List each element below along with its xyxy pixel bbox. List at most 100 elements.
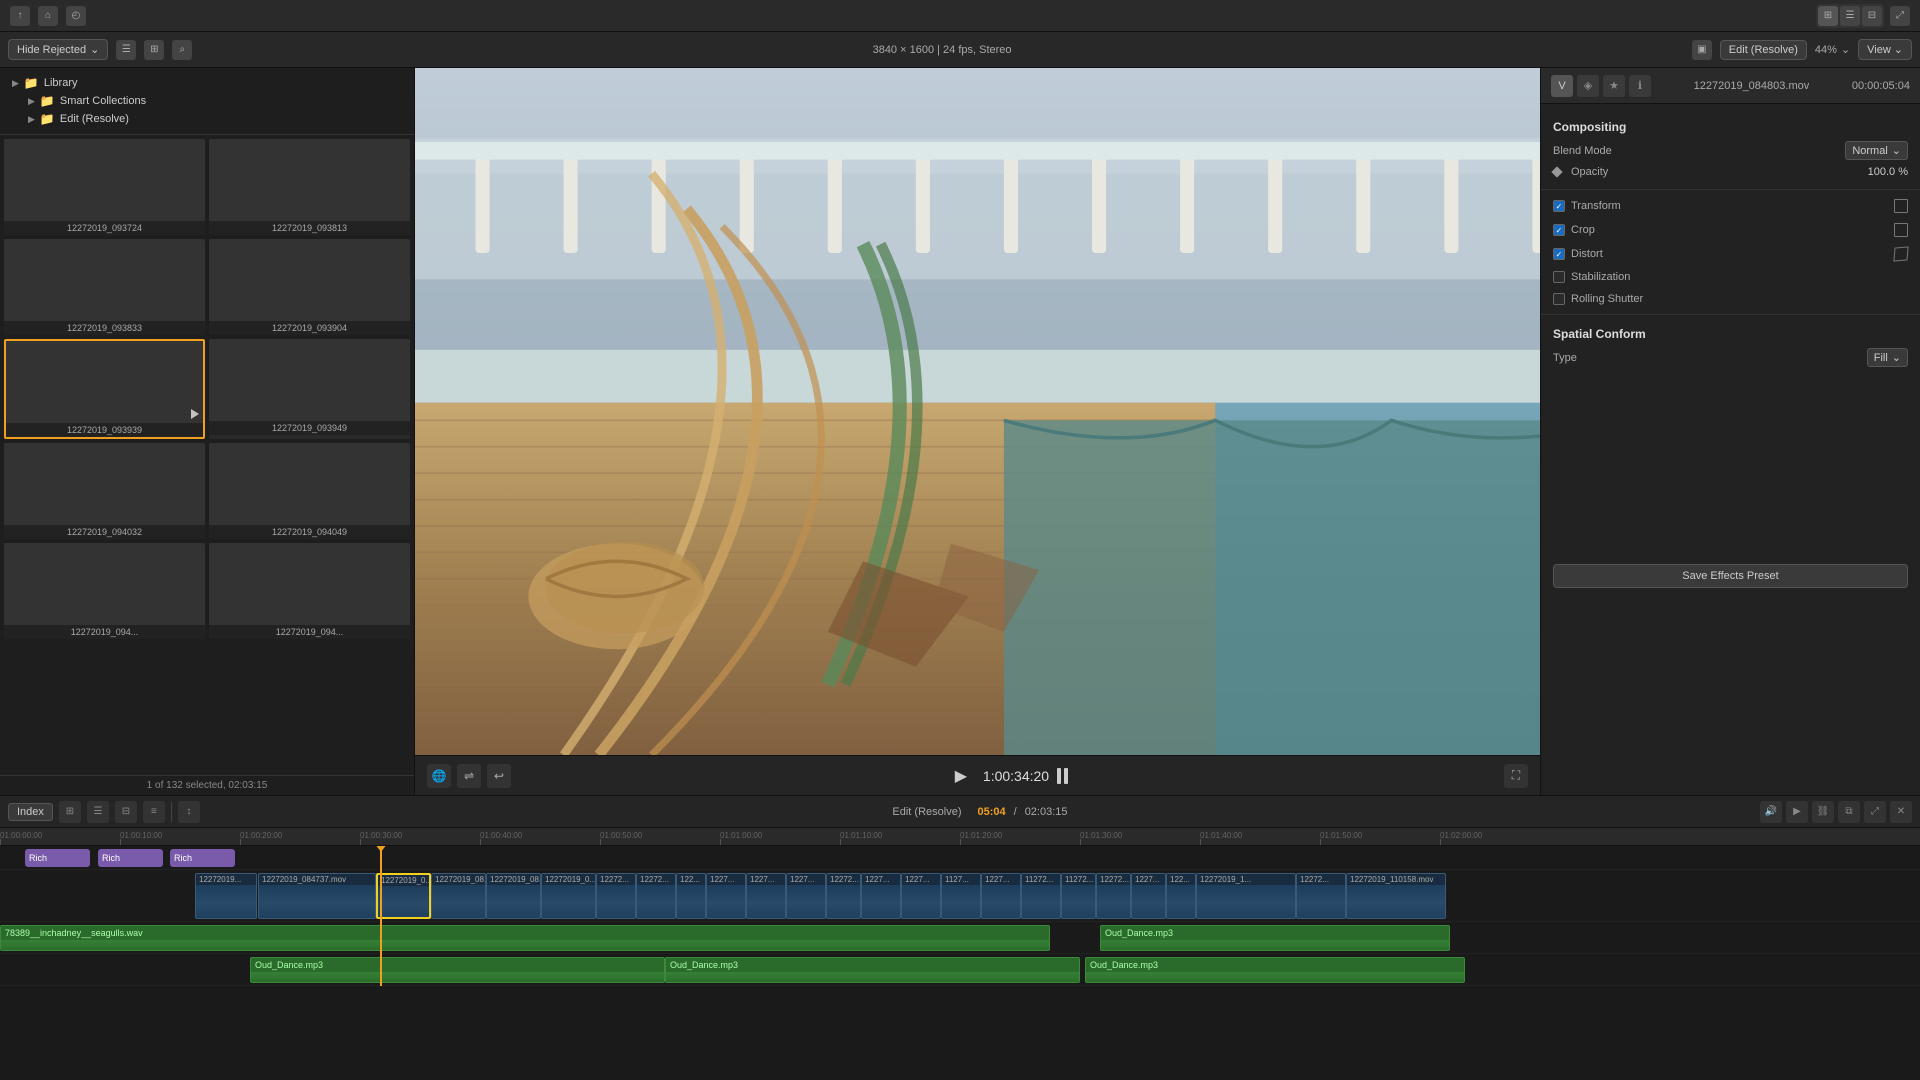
view-grid-icon[interactable]: ⊞	[144, 40, 164, 60]
video-clip-8[interactable]: 122...	[676, 873, 706, 919]
video-clip-0[interactable]: 12272019...	[195, 873, 257, 919]
playhead[interactable]	[380, 846, 382, 986]
transform-icon[interactable]: ⇌	[457, 764, 481, 788]
tiles-icon[interactable]: ⊟	[1862, 6, 1882, 26]
tl-icon-4[interactable]: ≡	[143, 801, 165, 823]
tl-close-icon[interactable]: ✕	[1890, 801, 1912, 823]
clock-icon[interactable]: ◴	[66, 6, 86, 26]
audio-clip-2-1[interactable]: Oud_Dance.mp3	[665, 957, 1080, 983]
media-thumb-8[interactable]: 12272019_094049	[209, 443, 410, 539]
transform-row[interactable]: ✓ Transform	[1541, 194, 1920, 218]
media-thumb-6[interactable]: 12272019_093949	[209, 339, 410, 439]
video-clip-18[interactable]: 11272...	[1061, 873, 1096, 919]
search-icon[interactable]: ⌕	[172, 40, 192, 60]
distort-checkbox[interactable]: ✓	[1553, 248, 1565, 260]
video-clip-6[interactable]: 12272...	[596, 873, 636, 919]
media-thumb-9[interactable]: 12272019_094...	[4, 543, 205, 639]
video-clip-10[interactable]: 1227...	[746, 873, 786, 919]
grid-icon[interactable]: ⊞	[1818, 6, 1838, 26]
monitor-icon[interactable]: ▣	[1692, 40, 1712, 60]
maximize-icon[interactable]: ⤢	[1890, 6, 1910, 26]
video-clip-11[interactable]: 1227...	[786, 873, 826, 919]
media-thumb-7[interactable]: 12272019_094032	[4, 443, 205, 539]
audio-clip-1-1[interactable]: Oud_Dance.mp3	[1100, 925, 1450, 951]
tl-expand-icon[interactable]: ⤢	[1864, 801, 1886, 823]
media-thumb-10[interactable]: 12272019_094...	[209, 543, 410, 639]
play-pause-button[interactable]: ▶	[947, 762, 975, 790]
media-thumb-4[interactable]: 12272019_093904	[209, 239, 410, 335]
view-button[interactable]: View ⌄	[1858, 39, 1912, 60]
blend-mode-dropdown[interactable]: Normal ⌄	[1845, 141, 1908, 160]
library-item[interactable]: ▶ 📁 Library	[8, 74, 406, 92]
title-clip-0[interactable]: Rich	[25, 849, 90, 867]
video-clip-4[interactable]: 12272019_08...	[486, 873, 541, 919]
distort-row[interactable]: ✓ Distort	[1541, 242, 1920, 266]
fullscreen-icon[interactable]: ⛶	[1504, 764, 1528, 788]
type-dropdown[interactable]: Fill ⌄	[1867, 348, 1908, 367]
crop-row[interactable]: ✓ Crop	[1541, 218, 1920, 242]
timeline-tracks[interactable]: Rich Rich Rich 12272019... 12272019_084737…	[0, 846, 1920, 1080]
globe-icon[interactable]: 🌐	[427, 764, 451, 788]
media-thumb-2[interactable]: 12272019_093813	[209, 139, 410, 235]
video-clip-12[interactable]: 12272...	[826, 873, 861, 919]
rolling-shutter-row[interactable]: Rolling Shutter	[1541, 288, 1920, 310]
media-thumb-1[interactable]: 12272019_093724	[4, 139, 205, 235]
inspector-tab-effects[interactable]: ★	[1603, 75, 1625, 97]
tl-clip-icon[interactable]: ⧉	[1838, 801, 1860, 823]
audio-clip-2-0[interactable]: Oud_Dance.mp3	[250, 957, 665, 983]
video-clip-22[interactable]: 12272019_1...	[1196, 873, 1296, 919]
video-clip-2[interactable]: 12272019_0...	[376, 873, 431, 919]
transform-checkbox[interactable]: ✓	[1553, 200, 1565, 212]
opacity-value[interactable]: 100.0 %	[1868, 166, 1908, 178]
video-clip-5[interactable]: 12272019_0...	[541, 873, 596, 919]
tl-icon-2[interactable]: ☰	[87, 801, 109, 823]
inspector-tab-video[interactable]: V	[1551, 75, 1573, 97]
title-clip-1[interactable]: Rich	[98, 849, 163, 867]
rolling-shutter-checkbox[interactable]	[1553, 293, 1565, 305]
video-clip-label-4: 12272019_08...	[487, 874, 540, 885]
video-clip-20[interactable]: 1227...	[1131, 873, 1166, 919]
inspector-tab-info[interactable]: ℹ	[1629, 75, 1651, 97]
tl-icon-1[interactable]: ⊞	[59, 801, 81, 823]
save-effects-preset-button[interactable]: Save Effects Preset	[1553, 564, 1908, 588]
video-clip-7[interactable]: 12272...	[636, 873, 676, 919]
smart-collections-item[interactable]: ▶ 📁 Smart Collections	[8, 92, 406, 110]
video-clip-21[interactable]: 122...	[1166, 873, 1196, 919]
tl-play-icon[interactable]: ▶	[1786, 801, 1808, 823]
key-icon[interactable]: ⌂	[38, 6, 58, 26]
media-thumb-5[interactable]: 12272019_093939	[4, 339, 205, 439]
upload-icon[interactable]: ↑	[10, 6, 30, 26]
tl-arrows-icon[interactable]: ↕	[178, 801, 200, 823]
video-clip-9[interactable]: 1227...	[706, 873, 746, 919]
audio-clip-2-2[interactable]: Oud_Dance.mp3	[1085, 957, 1465, 983]
hide-rejected-button[interactable]: Hide Rejected ⌄	[8, 39, 108, 60]
video-clip-24[interactable]: 12272019_110158.mov	[1346, 873, 1446, 919]
video-clip-19[interactable]: 12272...	[1096, 873, 1131, 919]
video-clip-16[interactable]: 1227...	[981, 873, 1021, 919]
edit-resolve-item[interactable]: ▶ 📁 Edit (Resolve)	[8, 110, 406, 128]
inspector-tab-audio[interactable]: ◈	[1577, 75, 1599, 97]
index-tab[interactable]: Index	[8, 803, 53, 821]
media-thumb-3[interactable]: 12272019_093833	[4, 239, 205, 335]
video-clip-3[interactable]: 12272019_08...	[431, 873, 486, 919]
video-clip-23[interactable]: 12272...	[1296, 873, 1346, 919]
tl-audio-icon[interactable]: 🔊	[1760, 801, 1782, 823]
video-clip-17[interactable]: 11272...	[1021, 873, 1061, 919]
crop-checkbox[interactable]: ✓	[1553, 224, 1565, 236]
video-clip-filmstrip-24	[1347, 885, 1445, 919]
ruler-line-7	[840, 839, 841, 845]
title-clip-2[interactable]: Rich	[170, 849, 235, 867]
video-clip-14[interactable]: 1227...	[901, 873, 941, 919]
stabilization-row[interactable]: Stabilization	[1541, 266, 1920, 288]
list-icon[interactable]: ☰	[1840, 6, 1860, 26]
tl-link-icon[interactable]: ⛓	[1812, 801, 1834, 823]
stabilization-checkbox[interactable]	[1553, 271, 1565, 283]
video-clip-13[interactable]: 1227...	[861, 873, 901, 919]
clip-icon[interactable]: ↩	[487, 764, 511, 788]
video-clip-1[interactable]: 12272019_084737.mov	[258, 873, 376, 919]
audio-clip-1-0[interactable]: 78389__inchadney__seagulls.wav	[0, 925, 1050, 951]
thumb-image-5	[6, 341, 203, 423]
view-list-icon[interactable]: ☰	[116, 40, 136, 60]
tl-icon-3[interactable]: ⊟	[115, 801, 137, 823]
video-clip-15[interactable]: 1127...	[941, 873, 981, 919]
